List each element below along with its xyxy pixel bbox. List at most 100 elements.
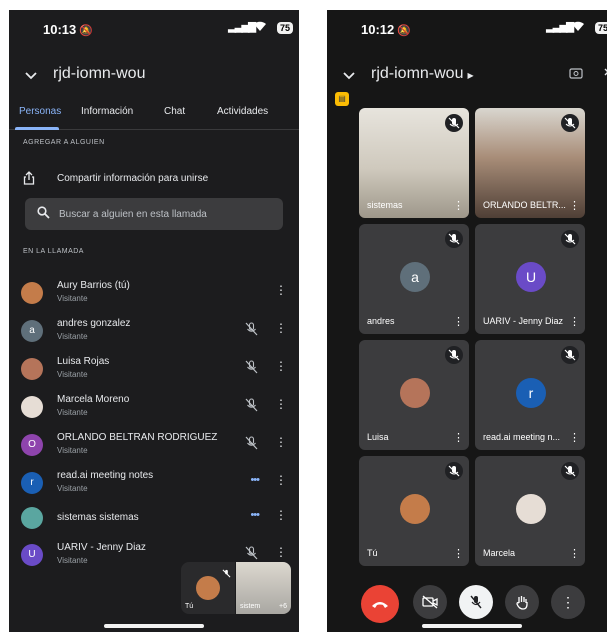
camera-switch-icon[interactable] [569, 67, 583, 82]
tab-chat[interactable]: Chat [164, 106, 185, 117]
more-vert-icon[interactable]: ⋮ [275, 473, 287, 487]
video-tile[interactable]: Marcela ⋮ [475, 456, 585, 566]
mic-off-icon [445, 230, 463, 248]
more-vert-icon[interactable]: ⋮ [275, 359, 287, 373]
add-section-label: AGREGAR A ALGUIEN [23, 139, 105, 146]
wifi-icon [253, 20, 267, 35]
more-vert-icon: ⋮ [561, 594, 575, 610]
more-vert-icon[interactable]: ⋮ [569, 315, 580, 328]
video-tile[interactable]: Luisa ⋮ [359, 340, 469, 450]
pip-others-label: sistem [240, 603, 261, 610]
participant-search[interactable] [25, 198, 283, 230]
more-vert-icon[interactable]: ⋮ [453, 431, 464, 444]
battery-level: 75 [594, 22, 607, 34]
more-vert-icon[interactable]: ⋮ [569, 199, 580, 212]
more-options-button[interactable]: ⋮ [551, 585, 585, 619]
video-tile[interactable]: sistemas ⋮ [359, 108, 469, 218]
participant-name: ORLANDO BELTRAN RODRIGUEZ [57, 432, 218, 443]
participant-role: Visitante [57, 408, 88, 417]
participant-avatar: r [21, 472, 43, 494]
more-vert-icon[interactable]: ⋮ [275, 508, 287, 522]
participant-row[interactable]: Aury Barrios (tú) Visitante ⋮ [21, 278, 289, 310]
participant-row[interactable]: a andres gonzalez Visitante ⋮ [21, 316, 289, 348]
meeting-title-button[interactable]: rjd-iomn-wou ▶ [371, 65, 474, 83]
play-arrow-icon: ▶ [467, 71, 474, 80]
status-time: 10:13 [43, 22, 77, 37]
more-vert-icon[interactable]: ⋮ [275, 321, 287, 335]
more-vert-icon[interactable]: ⋮ [453, 199, 464, 212]
mic-off-icon [445, 462, 463, 480]
share-join-info-button[interactable]: Compartir información para unirse [23, 171, 289, 189]
self-view-pip[interactable]: Tú sistem +6 [181, 562, 291, 614]
meeting-header: rjd-iomn-wou ▶ [343, 65, 607, 93]
more-vert-icon[interactable]: ⋮ [275, 283, 287, 297]
status-bar: 10:13 🔕 ▂▃▅▇ 75 [9, 10, 299, 48]
status-bar: 10:12 🔕 ▂▃▅▇ 75 [327, 10, 607, 48]
participant-name: andres gonzalez [57, 318, 131, 329]
participant-row[interactable]: r read.ai meeting notes Visitante ••• ⋮ [21, 468, 289, 500]
raise-hand-button[interactable] [505, 585, 539, 619]
tile-avatar: r [516, 378, 546, 408]
tile-name: Tú [367, 548, 378, 558]
video-tile[interactable]: r read.ai meeting n... ⋮ [475, 340, 585, 450]
notes-icon[interactable]: ▤ [335, 92, 349, 106]
pip-self-label: Tú [185, 603, 194, 610]
tab-informacion[interactable]: Información [81, 106, 133, 117]
more-vert-icon[interactable]: ⋮ [275, 397, 287, 411]
participant-name: read.ai meeting notes [57, 470, 154, 481]
chevron-down-icon[interactable] [343, 67, 355, 83]
more-vert-icon[interactable]: ⋮ [453, 315, 464, 328]
status-time: 10:12 [361, 22, 395, 37]
video-tile[interactable]: Tú ⋮ [359, 456, 469, 566]
tile-name: read.ai meeting n... [483, 432, 561, 442]
chevron-down-icon[interactable] [25, 67, 37, 83]
more-vert-icon[interactable]: ⋮ [275, 435, 287, 449]
participant-name: Aury Barrios (tú) [57, 280, 130, 291]
participant-row[interactable]: Luisa Rojas Visitante ⋮ [21, 354, 289, 386]
participant-role: Visitante [57, 370, 88, 379]
silent-bell-icon: 🔕 [397, 25, 411, 37]
tile-avatar [400, 378, 430, 408]
self-avatar [196, 576, 220, 600]
home-indicator [104, 624, 204, 628]
more-vert-icon[interactable]: ⋮ [569, 431, 580, 444]
mic-off-icon [445, 346, 463, 364]
search-icon [37, 206, 50, 222]
more-vert-icon[interactable]: ⋮ [453, 547, 464, 560]
tab-personas[interactable]: Personas [19, 106, 61, 117]
video-tile[interactable]: a andres ⋮ [359, 224, 469, 334]
bluetooth-icon[interactable] [603, 65, 607, 82]
participant-row[interactable]: sistemas sistemas ••• ⋮ [21, 503, 289, 535]
tile-avatar [516, 494, 546, 524]
mic-off-icon [561, 346, 579, 364]
participant-name: UARIV - Jenny Diaz [57, 542, 146, 553]
mic-off-icon [561, 462, 579, 480]
speaking-indicator-icon: ••• [250, 474, 260, 486]
signal-icon: ▂▃▅▇ [546, 22, 574, 33]
video-tile[interactable]: ORLANDO BELTR... ⋮ [475, 108, 585, 218]
participant-name: Luisa Rojas [57, 356, 110, 367]
participant-row[interactable]: O ORLANDO BELTRAN RODRIGUEZ Visitante ⋮ [21, 430, 289, 462]
search-input[interactable] [59, 198, 259, 230]
tile-name: andres [367, 316, 395, 326]
more-vert-icon[interactable]: ⋮ [569, 547, 580, 560]
participant-role: Visitante [57, 446, 88, 455]
mic-off-icon [245, 360, 259, 374]
tile-name: Marcela [483, 548, 516, 558]
pip-others-tile: sistem +6 [236, 562, 291, 614]
meeting-title: rjd-iomn-wou [53, 65, 146, 82]
mic-toggle-button[interactable] [459, 585, 493, 619]
participant-row[interactable]: Marcela Moreno Visitante ⋮ [21, 392, 289, 424]
pip-self-tile: Tú [181, 562, 235, 614]
mic-off-icon [561, 114, 579, 132]
more-vert-icon[interactable]: ⋮ [275, 545, 287, 559]
mic-off-icon [245, 436, 259, 450]
camera-toggle-button[interactable] [413, 585, 447, 619]
video-grid-screen: 10:12 🔕 ▂▃▅▇ 75 rjd-iomn-wou ▶ ▤ sistemas ⋮… [327, 10, 607, 632]
tile-name: UARIV - Jenny Diaz [483, 316, 564, 326]
participant-role: Visitante [57, 556, 88, 565]
video-tile[interactable]: U UARIV - Jenny Diaz ⋮ [475, 224, 585, 334]
end-call-button[interactable] [361, 585, 399, 623]
participant-name: sistemas sistemas [57, 512, 139, 523]
tab-actividades[interactable]: Actividades [217, 106, 268, 117]
